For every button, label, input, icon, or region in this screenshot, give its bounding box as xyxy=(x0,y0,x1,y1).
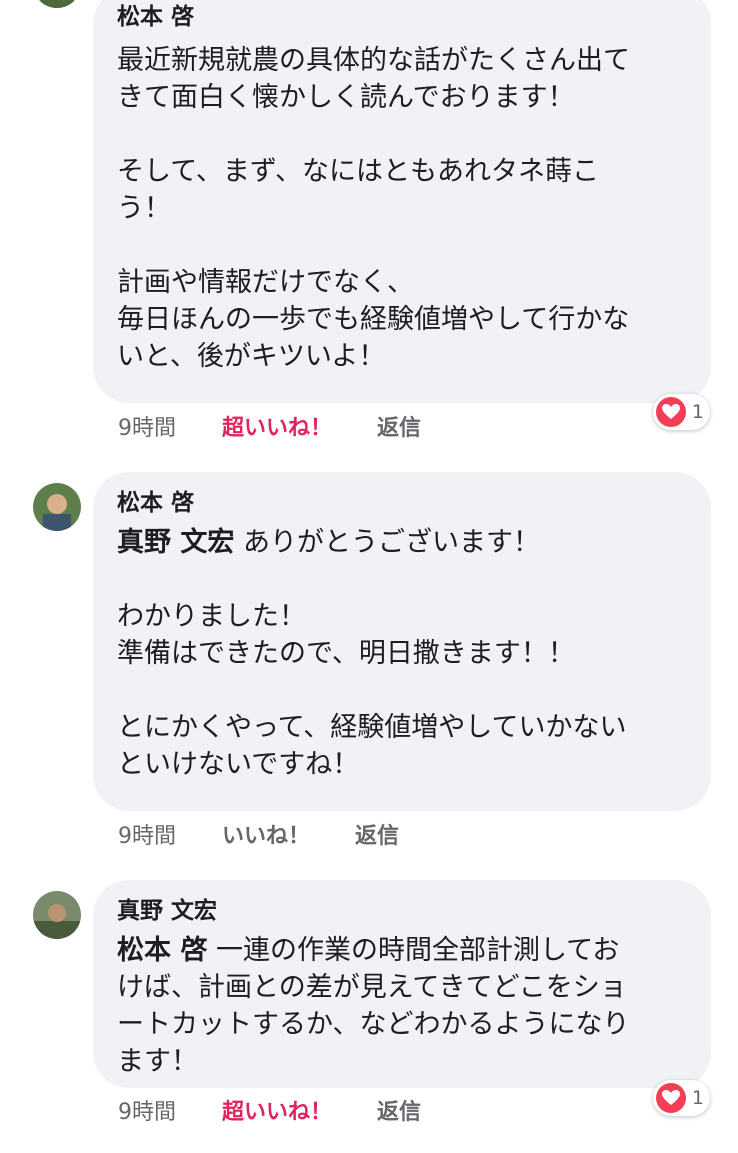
comment-time[interactable]: 9時間 xyxy=(118,410,215,442)
comment-author[interactable]: 真野 文宏 xyxy=(117,896,687,926)
avatar-image xyxy=(33,891,81,939)
avatar-image xyxy=(33,483,81,531)
comment-text: 最近新規就農の具体的な話がたくさん出て きて面白く懐かしく読んでおります！ そし… xyxy=(117,45,630,372)
avatar[interactable] xyxy=(33,483,81,531)
reaction-badge[interactable]: 1 xyxy=(652,394,710,430)
comment-text: 真野 文宏 ありがとうございます！ わかりました！ 準備はできたので、明日撒きま… xyxy=(117,527,627,780)
comment-time[interactable]: 9時間 xyxy=(118,1094,215,1126)
reaction-count: 1 xyxy=(691,401,704,423)
reply-button[interactable]: 返信 xyxy=(355,818,399,850)
mention-tag[interactable]: 真野 文宏 xyxy=(117,527,234,558)
reply-button[interactable]: 返信 xyxy=(377,1094,421,1126)
comment-bubble: 真野 文宏 松本 啓 一連の作業の時間全部計測してお けば、計画との差が見えてき… xyxy=(93,880,711,1088)
comment-actions: 9時間 超いいね！ 返信 xyxy=(118,410,421,442)
love-button[interactable]: 超いいね！ xyxy=(222,410,332,442)
comment-bubble: 松本 啓 真野 文宏 ありがとうございます！ わかりました！ 準備はできたので、… xyxy=(93,472,711,811)
avatar-image xyxy=(33,0,81,8)
comment-author[interactable]: 松本 啓 xyxy=(117,488,687,518)
avatar[interactable] xyxy=(33,0,81,8)
comment-bubble: 松本 啓 最近新規就農の具体的な話がたくさん出て きて面白く懐かしく読んでおりま… xyxy=(93,0,711,403)
comment-author[interactable]: 松本 啓 xyxy=(117,2,687,32)
reaction-badge[interactable]: 1 xyxy=(652,1080,710,1116)
mention-tag[interactable]: 松本 啓 xyxy=(117,935,207,966)
avatar[interactable] xyxy=(33,891,81,939)
comment-time[interactable]: 9時間 xyxy=(118,818,215,850)
like-button[interactable]: いいね！ xyxy=(222,818,310,850)
reply-button[interactable]: 返信 xyxy=(377,410,421,442)
comment-actions: 9時間 超いいね！ 返信 xyxy=(118,1094,421,1126)
heart-icon xyxy=(655,1083,686,1113)
heart-icon xyxy=(655,397,686,427)
love-button[interactable]: 超いいね！ xyxy=(222,1094,332,1126)
reaction-count: 1 xyxy=(691,1087,704,1109)
comment-actions: 9時間 いいね！ 返信 xyxy=(118,818,399,850)
comment-text: 松本 啓 一連の作業の時間全部計測してお けば、計画との差が見えてきてどこをショ… xyxy=(117,935,630,1077)
